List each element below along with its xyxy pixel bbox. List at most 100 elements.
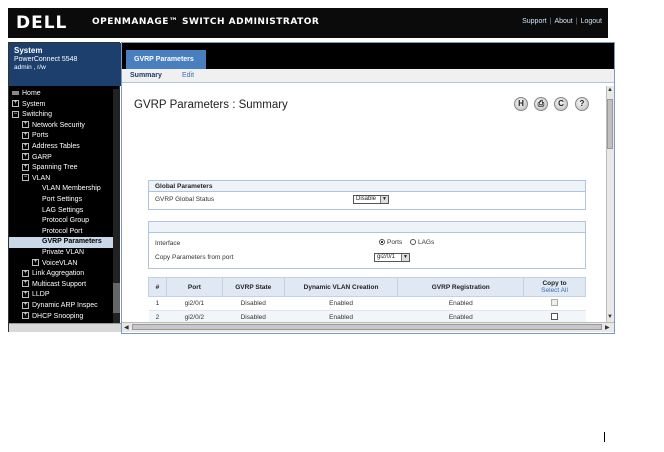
expand-icon[interactable]: + (22, 269, 29, 277)
row-number: 2 (148, 310, 167, 322)
sidebar-item-network-security[interactable]: + Network Security (9, 121, 113, 132)
expand-icon[interactable]: + (22, 301, 29, 309)
sidebar-item-garp[interactable]: + GARP (9, 153, 113, 164)
expand-icon[interactable]: + (22, 121, 29, 129)
ports-radio-label: Ports (387, 239, 403, 246)
lags-radio[interactable] (409, 239, 416, 246)
subtab-summary[interactable]: Summary (130, 72, 162, 79)
support-link[interactable]: Support (522, 18, 547, 25)
sidebar-item-label: Ports (32, 132, 49, 140)
table-body: 1 gi2/0/1 Disabled Enabled Enabled 2 gi2/0/2 Di… (148, 296, 586, 322)
help-icon[interactable]: H (514, 97, 528, 111)
copy-to-checkbox[interactable] (551, 299, 559, 306)
subtab-edit[interactable]: Edit (182, 72, 194, 79)
sidebar-scroll-thumb[interactable] (113, 283, 120, 313)
gvrp-global-status-select[interactable]: Disable ▼ (353, 195, 389, 204)
chevron-down-icon: ▼ (380, 196, 388, 203)
copy-parameters-select[interactable]: gi2/0/1 ▼ (374, 253, 410, 262)
content-scroll-thumb[interactable] (607, 99, 613, 149)
sidebar-item-lldp[interactable]: + LLDP (9, 290, 113, 301)
sidebar-item-port-settings[interactable]: Port Settings (9, 195, 113, 206)
link-separator: | (575, 18, 578, 25)
sidebar-item-label: VLAN Membership (42, 185, 101, 193)
expand-icon[interactable]: + (32, 259, 39, 267)
expand-icon[interactable]: + (22, 132, 29, 140)
sidebar-item-label: Network Security (32, 121, 85, 129)
about-link[interactable]: About (554, 18, 572, 25)
expand-icon[interactable]: + (22, 280, 29, 288)
expand-icon[interactable]: + (22, 153, 29, 161)
sidebar-item-label: Protocol Group (42, 217, 90, 225)
scroll-left-icon[interactable]: ◀ (124, 324, 129, 331)
sidebar-item-system[interactable]: + System (9, 100, 113, 111)
sidebar-item-private-vlan[interactable]: Private VLAN (9, 248, 113, 259)
row-dynamic-vlan-creation: Enabled (284, 310, 398, 322)
tab-gvrp-parameters[interactable]: GVRP Parameters (126, 50, 206, 69)
sidebar-item-address-tables[interactable]: + Address Tables (9, 142, 113, 153)
interface-label: Interface (155, 240, 181, 247)
row-gvrp-state: Disabled (222, 310, 285, 322)
refresh-icon[interactable]: C (554, 97, 568, 111)
sidebar-item-label: Dynamic ARP Inspec (32, 302, 98, 309)
gvrp-global-status-value: Disable (356, 196, 377, 202)
sidebar-item-label: DHCP Snooping (32, 312, 84, 320)
sidebar-item-ports[interactable]: + Ports (9, 131, 113, 142)
sidebar-item-label: Multicast Support (32, 280, 87, 288)
sidebar-item-gvrp-parameters[interactable]: GVRP Parameters (9, 237, 113, 248)
sidebar-item-voicevlan[interactable]: + VoiceVLAN (9, 259, 113, 270)
sidebar-item-label: LLDP (32, 291, 50, 299)
sidebar-item-home[interactable]: Home (9, 89, 113, 100)
table-header-row: # Port GVRP State Dynamic VLAN Creation … (148, 277, 586, 297)
sidebar-item-protocol-port[interactable]: Protocol Port (9, 227, 113, 238)
sidebar-item-label: VLAN (32, 174, 51, 182)
expand-icon[interactable]: + (12, 100, 19, 108)
col-number: # (148, 277, 167, 297)
table-row: 2 gi2/0/2 Disabled Enabled Enabled (148, 310, 586, 322)
expand-icon[interactable]: + (22, 142, 29, 150)
copy-to-header: Copy to (542, 280, 567, 287)
logout-link[interactable]: Logout (581, 18, 602, 25)
sidebar-item-label: Spanning Tree (32, 164, 78, 172)
sidebar-item-label: System (22, 100, 46, 108)
row-copy-to (523, 310, 586, 322)
sidebar-item-dhcp-snooping[interactable]: + DHCP Snooping (9, 312, 113, 323)
scroll-right-icon[interactable]: ▶ (605, 324, 610, 331)
content-area: GVRP Parameters : Summary H ⎙ C ? Global… (124, 84, 604, 322)
sidebar-horizontal-scrollbar[interactable] (9, 323, 121, 332)
global-parameters-heading: Global Parameters (149, 181, 585, 192)
ports-radio[interactable] (379, 239, 385, 246)
tab-bar: GVRP Parameters (122, 43, 614, 69)
expand-icon[interactable]: + (22, 312, 29, 320)
sidebar-item-protocol-group[interactable]: Protocol Group (9, 216, 113, 227)
scroll-up-icon[interactable]: ▲ (607, 87, 613, 93)
col-gvrp-state: GVRP State (221, 277, 285, 297)
page-edge-marker (604, 432, 605, 442)
select-all-link[interactable]: Select All (524, 287, 585, 294)
sidebar-item-spanning-tree[interactable]: + Spanning Tree (9, 163, 113, 174)
scroll-down-icon[interactable]: ▼ (607, 314, 613, 320)
sidebar-item-multicast-support[interactable]: + Multicast Support (9, 280, 113, 291)
sidebar-item-lag-settings[interactable]: LAG Settings (9, 206, 113, 217)
sidebar-item-label: Address Tables (32, 143, 80, 150)
lags-radio-label: LAGs (417, 239, 435, 246)
sidebar-item-switching[interactable]: − Switching (9, 110, 113, 121)
expand-icon[interactable]: + (22, 291, 29, 299)
col-copy-to: Copy to Select All (523, 277, 586, 297)
copy-to-checkbox[interactable] (551, 313, 559, 320)
question-icon[interactable]: ? (575, 97, 589, 111)
expand-icon[interactable]: + (22, 163, 29, 171)
system-title: System (14, 46, 43, 55)
sidebar-item-label: Switching (22, 111, 52, 119)
subtab-bar: Summary Edit (122, 69, 614, 83)
sidebar-item-link-aggregation[interactable]: + Link Aggregation (9, 269, 113, 280)
col-dynamic-vlan-creation: Dynamic VLAN Creation (283, 277, 399, 297)
collapse-icon[interactable]: − (22, 174, 29, 182)
print-icon[interactable]: ⎙ (534, 97, 548, 111)
global-parameters-box: Global Parameters GVRP Global Status Dis… (148, 180, 586, 210)
content-horizontal-thumb[interactable] (132, 324, 602, 330)
sidebar: System PowerConnect 5548 admin , r/w Hom… (8, 42, 121, 332)
sidebar-item-dynamic-arp-inspec[interactable]: + Dynamic ARP Inspec (9, 301, 113, 312)
collapse-icon[interactable]: − (12, 110, 19, 118)
sidebar-item-vlan-membership[interactable]: VLAN Membership (9, 184, 113, 195)
sidebar-item-vlan[interactable]: − VLAN (9, 174, 113, 185)
